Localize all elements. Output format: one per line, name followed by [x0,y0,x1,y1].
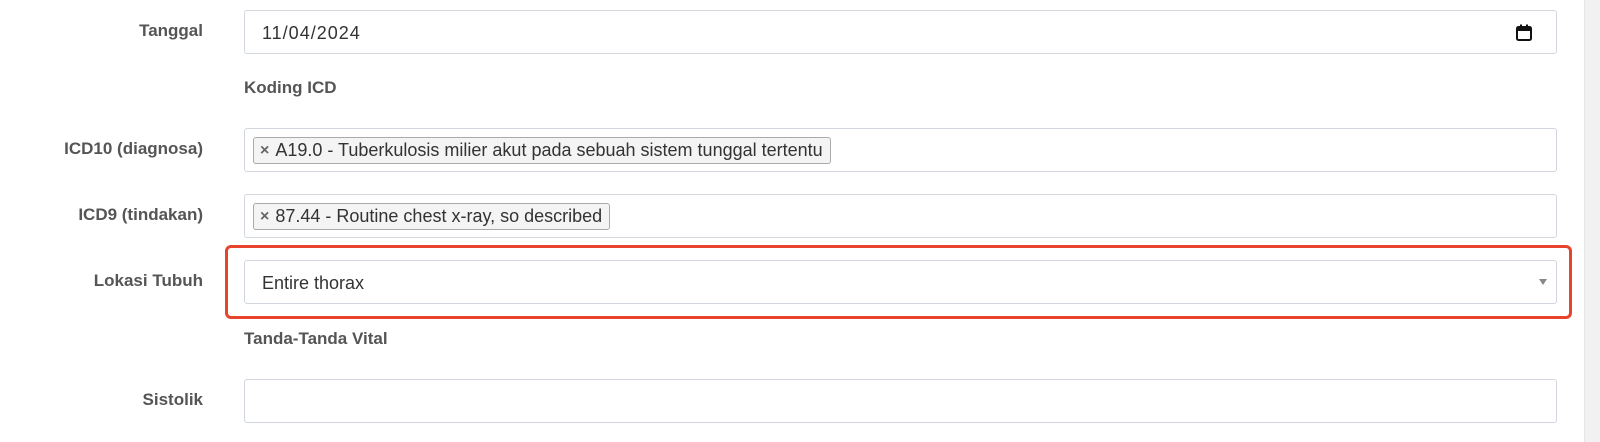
icd9-remove-icon[interactable]: × [260,208,269,225]
tanggal-date-input[interactable]: 11/04/2024 [244,10,1557,54]
sistolik-input[interactable] [244,379,1557,423]
icd9-label: ICD9 (tindakan) [78,205,203,224]
icd10-selected-tag: × A19.0 - Tuberkulosis milier akut pada … [253,137,831,164]
lokasi-tubuh-label: Lokasi Tubuh [93,271,203,290]
icd9-multiselect[interactable]: × 87.44 - Routine chest x-ray, so descri… [244,194,1557,238]
icd10-remove-icon[interactable]: × [260,142,269,159]
page-scrollbar[interactable] [1584,0,1600,442]
lokasi-tubuh-value: Entire thorax [262,273,365,293]
icd9-tag-label: 87.44 - Routine chest x-ray, so describe… [275,206,603,226]
dropdown-arrow-icon[interactable] [1539,279,1547,285]
icd10-label: ICD10 (diagnosa) [64,139,203,158]
icd10-multiselect[interactable]: × A19.0 - Tuberkulosis milier akut pada … [244,128,1557,172]
icd9-selected-tag: × 87.44 - Routine chest x-ray, so descri… [253,203,611,230]
tanggal-value: 11/04/2024 [262,23,361,43]
icd10-tag-label: A19.0 - Tuberkulosis milier akut pada se… [275,140,823,160]
tanda-vital-heading: Tanda-Tanda Vital [244,329,388,348]
calendar-icon[interactable] [1516,24,1532,41]
koding-icd-heading: Koding ICD [244,78,337,97]
lokasi-tubuh-select[interactable]: Entire thorax [244,260,1557,304]
sistolik-label: Sistolik [142,390,203,409]
tanggal-label: Tanggal [139,21,203,40]
